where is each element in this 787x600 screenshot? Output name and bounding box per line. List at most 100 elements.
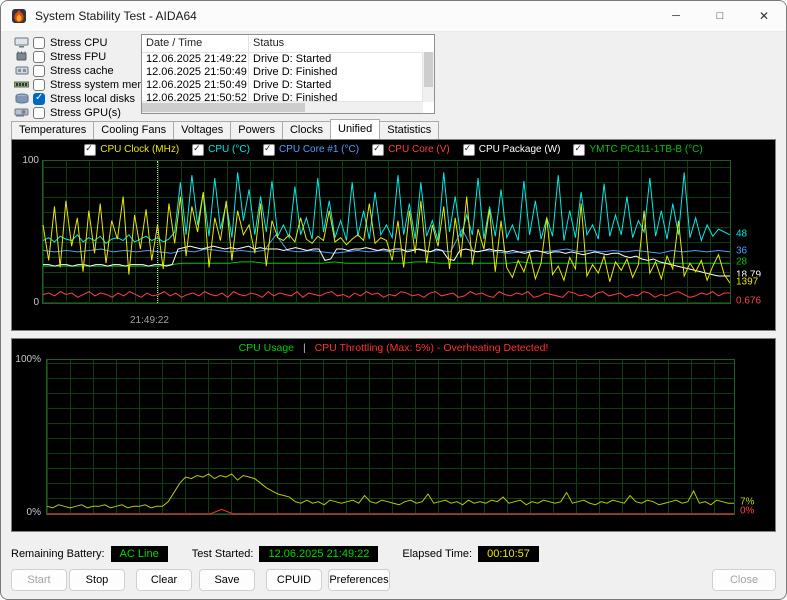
legend-checkbox-cpu-clock[interactable]	[84, 144, 96, 156]
battery-label: Remaining Battery:	[11, 548, 105, 560]
memory-icon	[13, 79, 30, 91]
log-col-datetime[interactable]: Date / Time	[142, 35, 249, 52]
legend-label: CPU Clock (MHz)	[100, 144, 179, 155]
log-row[interactable]: 12.06.2025 21:50:49 Drive D: Started	[142, 79, 434, 92]
cpu-icon	[13, 37, 30, 49]
legend-label: YMTC PC411-1TB-B (°C)	[589, 144, 702, 155]
app-window: System Stability Test - AIDA64 ─ □ ✕ Str…	[0, 0, 787, 600]
stress-row-fpu: Stress FPU	[13, 50, 162, 63]
stress-row-memory: Stress system memory	[13, 78, 162, 91]
y-axis-min-label: 0	[13, 297, 39, 308]
save-button[interactable]: Save	[199, 569, 255, 591]
legend-label: CPU Package (W)	[479, 144, 561, 155]
stop-button[interactable]: Stop	[69, 569, 125, 591]
stress-fpu-label: Stress FPU	[50, 51, 106, 63]
log-col-status[interactable]: Status	[249, 35, 434, 52]
y-axis-max-label: 100	[13, 155, 39, 166]
close-icon: ✕	[759, 9, 769, 23]
y-axis-min-label: 0%	[15, 507, 41, 518]
log-hscroll-thumb[interactable]	[142, 103, 305, 112]
series-value-badge: 48	[733, 228, 750, 240]
series-value-badge: 36	[733, 245, 750, 257]
tab-powers[interactable]: Powers	[230, 121, 283, 140]
series-value-badge: 1397	[733, 277, 761, 289]
stress-row-cpu: Stress CPU	[13, 36, 162, 49]
button-row: Start Stop Clear Save CPUID Preferences …	[11, 569, 776, 591]
elapsed-time-label: Elapsed Time:	[402, 548, 472, 560]
event-log-list[interactable]: Date / Time Status 12.06.2025 21:49:22 D…	[141, 34, 435, 114]
tab-voltages[interactable]: Voltages	[173, 121, 231, 140]
usage-plot-area: 7%0%	[46, 359, 735, 515]
log-horizontal-scrollbar[interactable]	[142, 101, 423, 113]
tab-clocks[interactable]: Clocks	[282, 121, 331, 140]
maximize-icon: □	[717, 10, 724, 22]
legend-item-cpu-temp: CPU (°C)	[192, 144, 250, 156]
stress-disks-label: Stress local disks	[50, 93, 135, 105]
elapsed-time-value: 00:10:57	[478, 546, 539, 562]
gpu-icon	[13, 107, 30, 119]
stress-gpu-label: Stress GPU(s)	[50, 107, 121, 119]
status-row: Remaining Battery: AC Line Test Started:…	[11, 546, 563, 562]
legend-label: CPU Core #1 (°C)	[279, 144, 359, 155]
stress-disks-checkbox[interactable]	[33, 93, 45, 105]
start-button[interactable]: Start	[11, 569, 67, 591]
legend-checkbox-cpu-core1[interactable]	[263, 144, 275, 156]
close-window-button[interactable]: ✕	[742, 1, 786, 31]
log-cell-status: Drive D: Started	[249, 79, 434, 92]
maximize-button[interactable]: □	[698, 1, 742, 31]
cpu-usage-chart: CPU Usage | CPU Throttling (Max: 5%) - O…	[11, 338, 776, 532]
legend-checkbox-cpu-package[interactable]	[463, 144, 475, 156]
x-axis-time-label: 21:49:22	[130, 315, 169, 326]
log-cell-datetime: 12.06.2025 21:50:49	[142, 66, 249, 79]
legend-label: CPU Core (V)	[388, 144, 450, 155]
minimize-button[interactable]: ─	[654, 1, 698, 31]
stress-options-panel: Stress CPU Stress FPU Stress cache Stres…	[13, 36, 162, 120]
legend-item-cpu-core1-temp: CPU Core #1 (°C)	[263, 144, 359, 156]
stress-cpu-checkbox[interactable]	[33, 37, 45, 49]
legend-label: CPU (°C)	[208, 144, 250, 155]
tab-unified[interactable]: Unified	[330, 119, 380, 140]
chart-tabs: Temperatures Cooling Fans Voltages Power…	[11, 119, 438, 140]
test-started-label: Test Started:	[192, 548, 254, 560]
log-cell-status: Drive D: Finished	[249, 66, 434, 79]
log-row[interactable]: 12.06.2025 21:50:49 Drive D: Finished	[142, 66, 434, 79]
legend-checkbox-cpu-temp[interactable]	[192, 144, 204, 156]
cpu-usage-title: CPU Usage	[239, 342, 294, 354]
legend-item-cpu-clock: CPU Clock (MHz)	[84, 144, 179, 156]
clear-button[interactable]: Clear	[136, 569, 192, 591]
log-header: Date / Time Status	[142, 35, 434, 53]
cpuid-button[interactable]: CPUID	[266, 569, 322, 591]
stress-fpu-checkbox[interactable]	[33, 51, 45, 63]
stress-cpu-label: Stress CPU	[50, 37, 107, 49]
aida64-app-icon	[11, 8, 27, 24]
tab-statistics[interactable]: Statistics	[379, 121, 439, 140]
preferences-button[interactable]: Preferences	[328, 569, 390, 591]
cache-icon	[13, 65, 30, 77]
log-cell-datetime: 12.06.2025 21:49:22	[142, 53, 249, 66]
tab-cooling-fans[interactable]: Cooling Fans	[93, 121, 174, 140]
window-title: System Stability Test - AIDA64	[35, 9, 197, 23]
legend-checkbox-ssd-temp[interactable]	[573, 144, 585, 156]
log-cell-status: Drive D: Started	[249, 53, 434, 66]
legend-item-cpu-core-voltage: CPU Core (V)	[372, 144, 450, 156]
log-cell-datetime: 12.06.2025 21:50:49	[142, 79, 249, 92]
tab-temperatures[interactable]: Temperatures	[11, 121, 94, 140]
stress-gpu-checkbox[interactable]	[33, 107, 45, 119]
stress-memory-checkbox[interactable]	[33, 79, 45, 91]
usage-chart-title: CPU Usage | CPU Throttling (Max: 5%) - O…	[12, 342, 775, 354]
stress-cache-label: Stress cache	[50, 65, 114, 77]
legend-checkbox-cpu-core-voltage[interactable]	[372, 144, 384, 156]
close-button[interactable]: Close	[712, 569, 776, 591]
log-vscroll-thumb[interactable]	[424, 52, 433, 87]
titlebar: System Stability Test - AIDA64 ─ □ ✕	[1, 1, 786, 32]
chart-legend: CPU Clock (MHz) CPU (°C) CPU Core #1 (°C…	[12, 142, 775, 157]
stress-cache-checkbox[interactable]	[33, 65, 45, 77]
stress-row-disks: Stress local disks	[13, 92, 162, 105]
cpu-throttling-title: CPU Throttling (Max: 5%) - Overheating D…	[315, 342, 549, 354]
stress-row-gpu: Stress GPU(s)	[13, 106, 162, 119]
log-row[interactable]: 12.06.2025 21:49:22 Drive D: Started	[142, 53, 434, 66]
legend-item-ssd-temp: YMTC PC411-1TB-B (°C)	[573, 144, 702, 156]
unified-sensor-chart: CPU Clock (MHz) CPU (°C) CPU Core #1 (°C…	[11, 139, 776, 331]
log-vertical-scrollbar[interactable]	[422, 52, 434, 102]
series-value-badge: 28	[733, 257, 750, 269]
